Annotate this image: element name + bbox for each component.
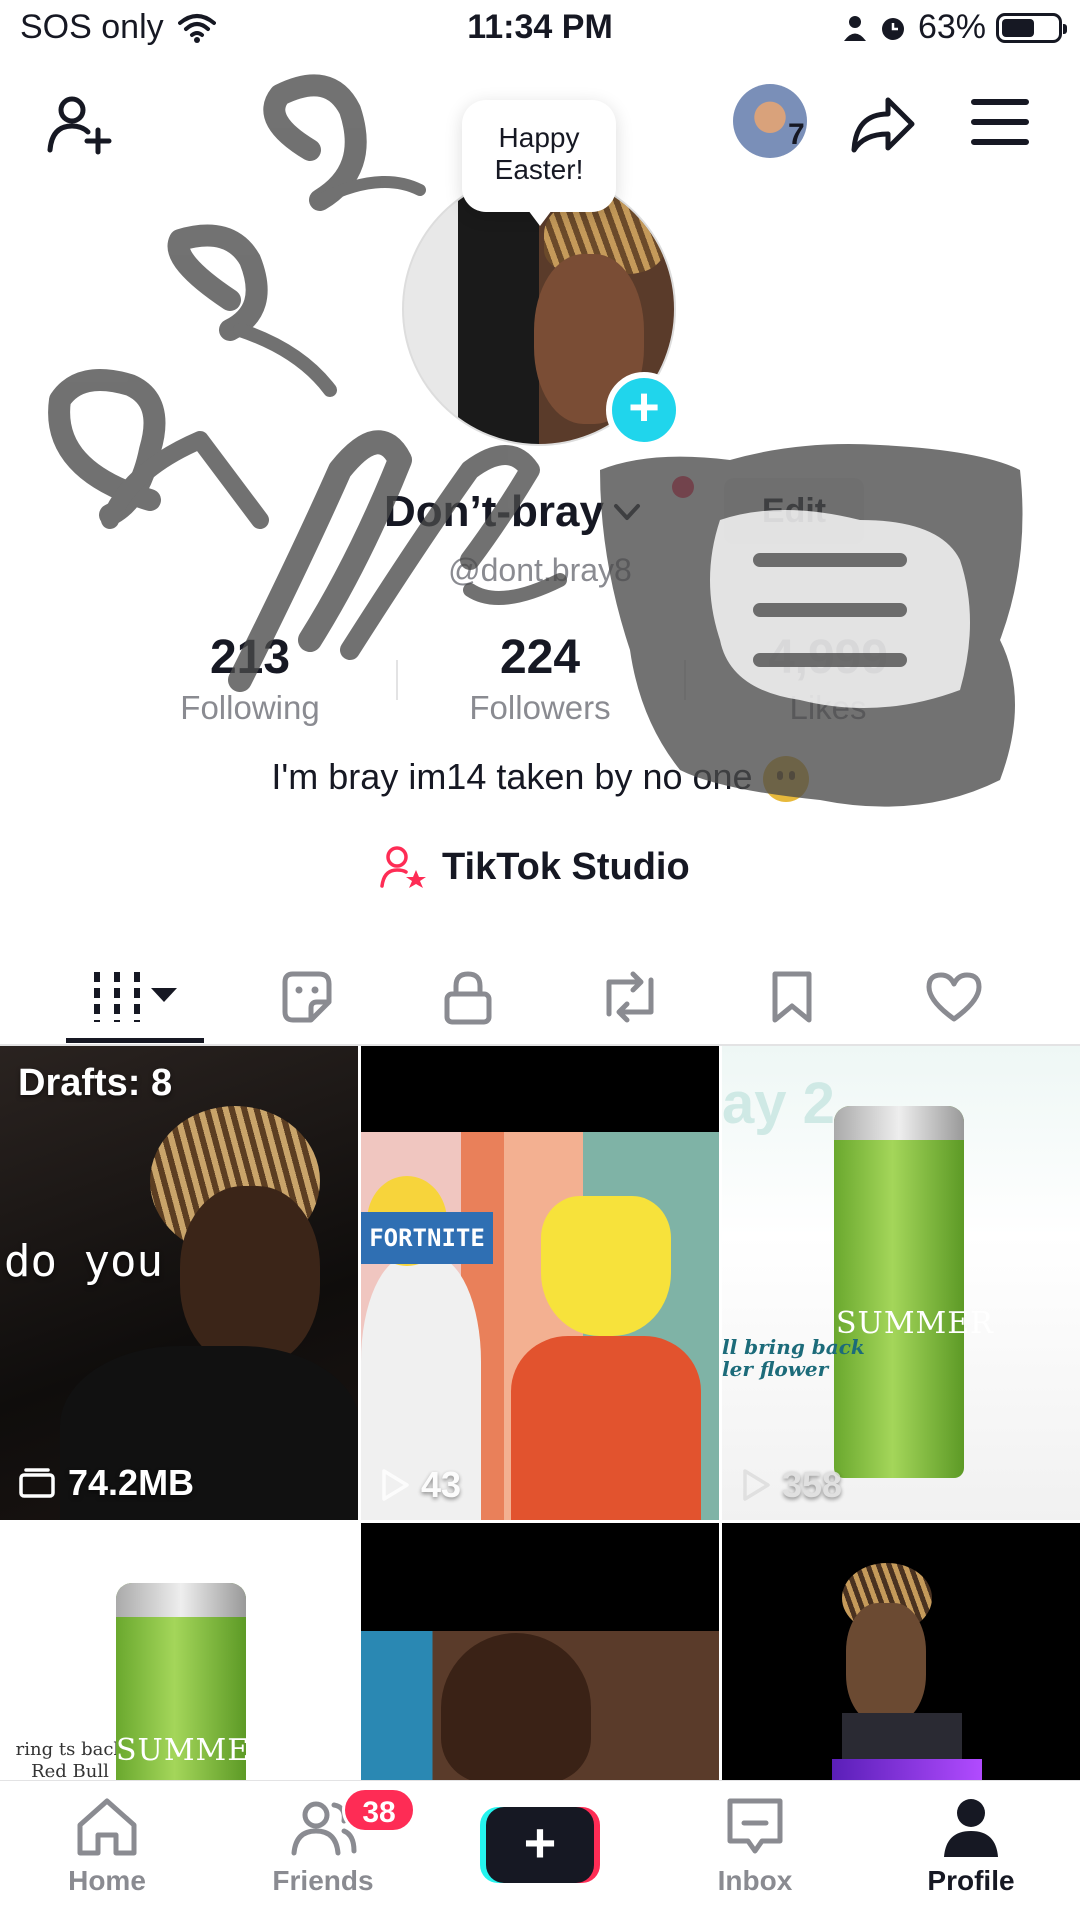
video-tile[interactable] (361, 1523, 719, 1780)
bookmark-icon (772, 971, 812, 1023)
video-tile[interactable] (722, 1523, 1080, 1780)
battery-percent: 63% (917, 8, 986, 46)
bio-text: I'm bray im14 taken by no one (271, 756, 753, 797)
nav-friends[interactable]: Friends 38 (238, 1787, 416, 1915)
profile-visitors-count: 7 (788, 118, 805, 151)
add-story-button[interactable]: + (606, 372, 682, 448)
drafts-label: Drafts: 8 (18, 1062, 173, 1104)
stat-following[interactable]: 213 Following (120, 630, 380, 727)
can-top (116, 1583, 246, 1617)
inbox-icon (727, 1798, 783, 1854)
tab-stickers[interactable] (246, 954, 366, 1040)
stat-label: Likes (789, 689, 867, 726)
can-image: SUMMER (116, 1583, 273, 1780)
battery-fill (1002, 18, 1034, 37)
nav-label: Profile (927, 1865, 1015, 1896)
video-grid: do you Drafts: 8 74.2MB FORTNITE 43 ay 2 (0, 1046, 1080, 1780)
tab-private[interactable] (408, 954, 528, 1040)
tile-bart-head (541, 1196, 671, 1336)
view-count: 358 (740, 1464, 842, 1506)
videos-grid-icon (94, 972, 177, 1022)
tile-heading: ay 2 (722, 1071, 835, 1136)
add-friend-icon[interactable] (44, 88, 116, 160)
heart-icon (926, 972, 982, 1022)
bottom-nav: Home Friends 38 + Inbox Profile (0, 1780, 1080, 1920)
alarm-icon (881, 17, 904, 40)
stat-followers[interactable]: 224 Followers (410, 630, 670, 727)
lock-icon (444, 971, 492, 1025)
nav-profile[interactable]: Profile (886, 1795, 1056, 1915)
stat-label: Followers (469, 689, 611, 726)
no-mouth-emoji-icon (762, 756, 809, 803)
active-tab-indicator (66, 1038, 204, 1043)
profile-icon (944, 1799, 998, 1857)
repost-icon (606, 971, 654, 1023)
name-row[interactable]: Don’t-bray (384, 484, 642, 540)
can-top (834, 1106, 964, 1140)
status-bar: SOS only 11:34 PM 63% (0, 0, 1080, 60)
nav-label: Inbox (717, 1865, 793, 1896)
stat-label: Following (180, 689, 320, 726)
tile-caption: do you (4, 1236, 163, 1287)
stat-divider (396, 660, 398, 700)
sticker-icon (282, 971, 332, 1023)
drafts-tile[interactable]: do you Drafts: 8 74.2MB (0, 1046, 358, 1520)
drafts-size: 74.2MB (18, 1462, 194, 1504)
profile-stats: 213 Following 224 Followers 4,999 Likes (0, 630, 1080, 730)
tile-stage-light (832, 1759, 982, 1780)
friends-badge: 38 (342, 1787, 416, 1833)
nav-home[interactable]: Home (22, 1795, 192, 1915)
tile-face (180, 1186, 320, 1366)
battery-icon (996, 12, 1067, 43)
video-tile[interactable]: ay 2 SUMMER ll bring back ler flower 358 (722, 1046, 1080, 1520)
drafts-size-value: 74.2MB (68, 1462, 195, 1503)
share-icon[interactable] (848, 90, 918, 160)
tile-face (846, 1603, 926, 1723)
create-button[interactable]: + (480, 1807, 600, 1883)
person-icon (843, 15, 866, 41)
nav-inbox[interactable]: Inbox (670, 1795, 840, 1915)
play-icon (743, 1469, 770, 1501)
tab-favorites[interactable] (732, 954, 852, 1040)
edit-profile-button[interactable]: Edit (724, 478, 864, 544)
stat-value: 224 (499, 631, 581, 684)
status-right: 63% (842, 8, 1067, 47)
view-count-value: 358 (782, 1464, 843, 1505)
stat-likes[interactable]: 4,999 Likes (698, 630, 958, 727)
bio[interactable]: I'm bray im14 taken by no one (0, 756, 1080, 803)
can-label: SUMMER (116, 1733, 274, 1768)
tile-caption: ll bring back ler flower (722, 1335, 865, 1381)
tab-videos[interactable] (74, 954, 194, 1040)
notification-dot (672, 476, 694, 498)
plus-icon: + (486, 1807, 594, 1883)
view-count-value: 43 (421, 1464, 462, 1505)
content-tabs (0, 950, 1080, 1046)
greeting-bubble[interactable]: Happy Easter! (462, 100, 616, 226)
studio-label: TikTok Studio (442, 845, 690, 888)
can-image: SUMMER (834, 1106, 993, 1478)
tiktok-studio-link[interactable]: TikTok Studio (380, 844, 690, 890)
video-tile[interactable]: ring ts back Red Bull SUMMER (0, 1523, 358, 1780)
view-count: 43 (379, 1464, 461, 1506)
display-name: Don’t-bray (384, 487, 604, 536)
tile-bart-shirt (511, 1336, 701, 1520)
tab-liked[interactable] (894, 954, 1014, 1040)
tab-reposts[interactable] (570, 954, 690, 1040)
tile-face (441, 1633, 591, 1780)
stat-value: 4,999 (767, 631, 889, 684)
play-icon (382, 1469, 409, 1501)
username-handle: @dont.bray8 (448, 552, 632, 588)
video-tile[interactable]: FORTNITE 43 (361, 1046, 719, 1520)
stat-divider (684, 660, 686, 700)
menu-icon[interactable] (970, 96, 1030, 148)
stat-value: 213 (209, 631, 291, 684)
creator-studio-icon (380, 846, 426, 888)
home-icon (77, 1798, 137, 1856)
chevron-down-icon[interactable] (612, 500, 642, 524)
folder-icon (19, 1468, 55, 1498)
nav-label: Home (68, 1865, 146, 1896)
fortnite-sign: FORTNITE (361, 1212, 493, 1264)
nav-label: Friends (272, 1865, 374, 1896)
